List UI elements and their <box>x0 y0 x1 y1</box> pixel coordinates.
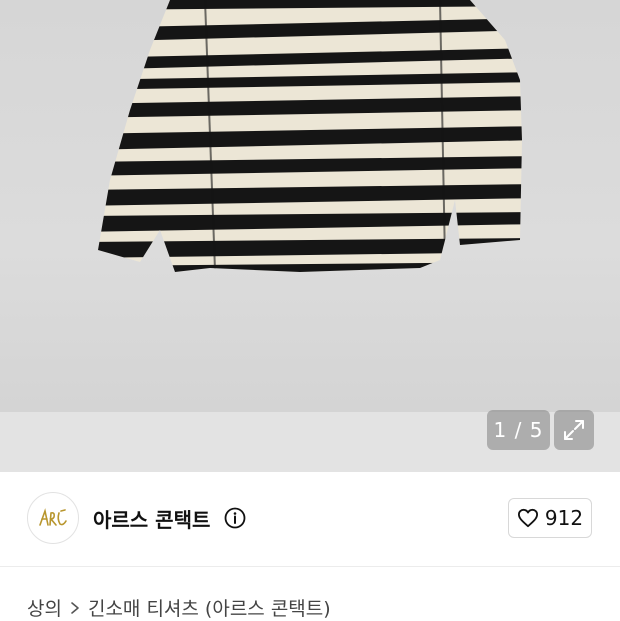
like-button[interactable]: 912 <box>508 498 592 538</box>
brand-logo[interactable] <box>27 492 79 544</box>
expand-icon <box>564 420 584 440</box>
product-image-gallery[interactable]: 1 / 5 <box>0 0 620 472</box>
info-icon[interactable] <box>224 507 246 529</box>
breadcrumb: 상의 긴소매 티셔츠 (아르스 콘택트) <box>27 594 331 621</box>
brand-row: 아르스 콘택트 912 <box>0 472 620 567</box>
breadcrumb-item-subcategory[interactable]: 긴소매 티셔츠 (아르스 콘택트) <box>88 594 331 621</box>
image-counter-text: 1 / 5 <box>493 418 544 442</box>
expand-image-button[interactable] <box>554 410 594 450</box>
like-count: 912 <box>544 506 584 530</box>
image-counter: 1 / 5 <box>487 410 550 450</box>
heart-icon <box>517 508 538 528</box>
brand-logo-icon <box>39 508 67 526</box>
chevron-right-icon <box>71 601 79 614</box>
brand-name[interactable]: 아르스 콘택트 <box>93 504 210 533</box>
breadcrumb-item-category[interactable]: 상의 <box>27 594 62 621</box>
striped-shirt-image <box>98 0 522 272</box>
